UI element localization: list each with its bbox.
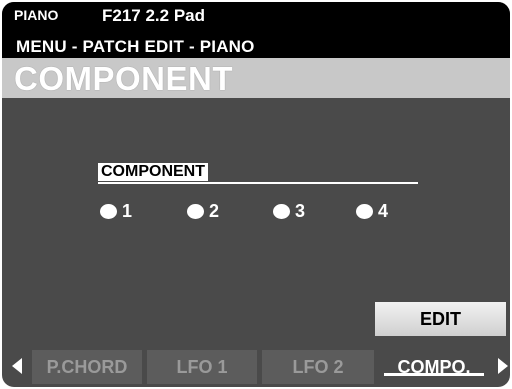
led-icon [356,203,373,219]
title-bar: COMPONENT [2,58,510,98]
option-label: 2 [209,200,220,221]
component-section-label: COMPONENT [98,163,208,181]
tab-compo[interactable]: COMPO. [380,350,488,384]
tab-left-arrow-icon[interactable] [12,358,22,374]
page-title: COMPONENT [14,60,233,97]
tab-p-chord[interactable]: P.CHORD [32,350,142,384]
mode-label: PIANO [14,7,59,23]
tab-lfo-2[interactable]: LFO 2 [262,350,374,384]
tab-lfo-1[interactable]: LFO 1 [147,350,257,384]
option-label: 1 [122,200,133,221]
lcd-screen: PIANO F217 2.2 Pad MENU - PATCH EDIT - P… [2,2,510,387]
option-label: 3 [295,200,306,221]
patch-name: F217 2.2 Pad [102,6,206,25]
component-option-1[interactable]: 1 [100,200,132,222]
component-option-3[interactable]: 3 [273,200,305,222]
component-option-2[interactable]: 2 [187,200,219,222]
led-icon [100,203,117,219]
component-option-4[interactable]: 4 [356,200,388,222]
tab-bar: P.CHORD LFO 1 LFO 2 COMPO. [2,346,510,387]
edit-button[interactable]: EDIT [375,302,506,336]
led-icon [273,203,290,219]
tab-right-arrow-icon[interactable] [498,358,508,374]
breadcrumb: MENU - PATCH EDIT - PIANO [2,36,510,58]
led-icon [187,203,204,219]
menu-path: MENU - PATCH EDIT - PIANO [16,37,255,56]
active-tab-indicator [384,373,484,376]
section-underline [98,182,418,184]
option-label: 4 [378,200,389,221]
status-bar: PIANO F217 2.2 Pad [2,2,510,36]
